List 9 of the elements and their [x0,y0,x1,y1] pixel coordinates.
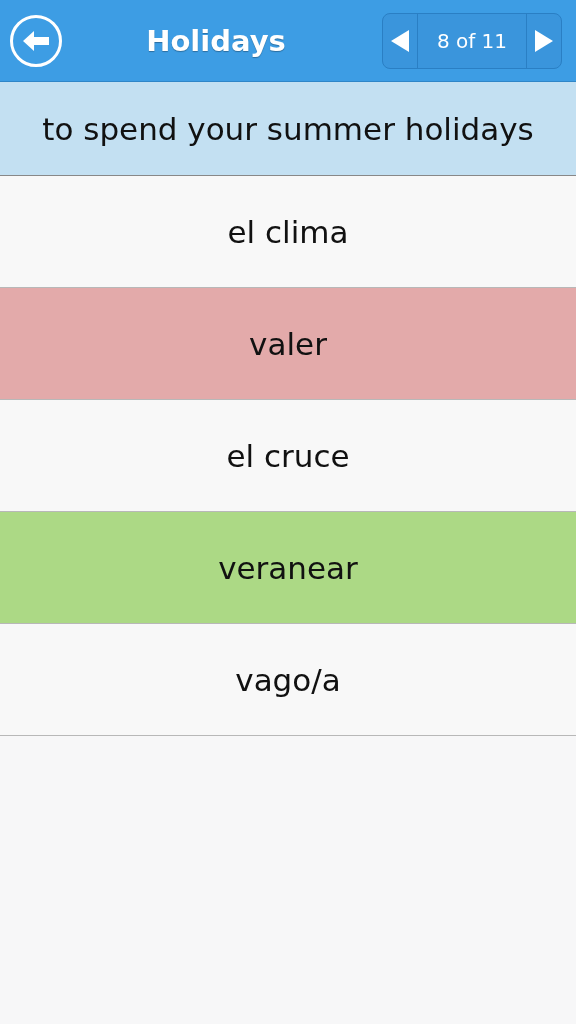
prompt-text: to spend your summer holidays [42,110,534,147]
right-triangle-icon [533,27,555,54]
page-counter: 8 of 11 [417,13,527,68]
screen-title: Holidays [145,23,287,58]
left-arrow-icon [21,28,51,53]
answer-option[interactable]: valer [0,288,576,400]
back-button[interactable] [10,14,62,67]
left-triangle-icon [389,27,411,54]
answer-option[interactable]: veranear [0,512,576,624]
